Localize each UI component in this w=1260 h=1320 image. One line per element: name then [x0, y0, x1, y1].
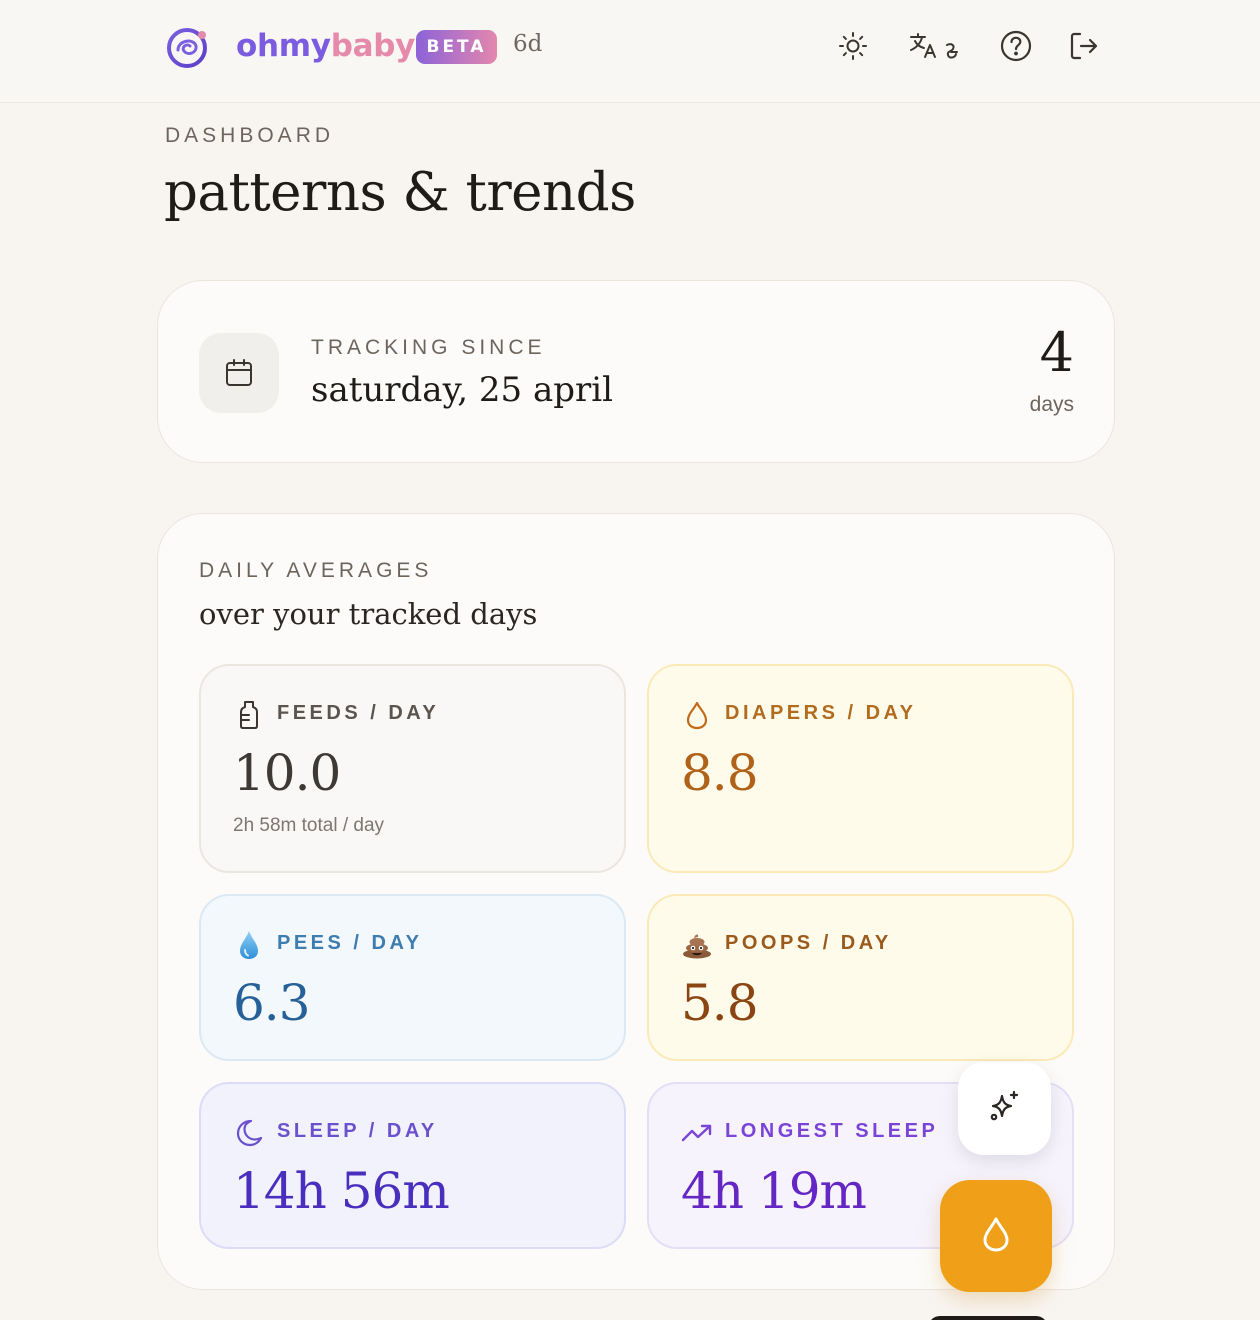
trend-up-icon: [681, 1117, 713, 1149]
feeds-value: 10.0: [233, 744, 341, 802]
tracking-card: TRACKING SINCE saturday, 25 april 4 days: [157, 280, 1115, 463]
page-eyebrow: DASHBOARD: [165, 124, 335, 147]
brand-name[interactable]: ohmybaby: [236, 28, 415, 64]
brand-part-2: baby: [330, 28, 416, 64]
averages-subtitle: over your tracked days: [199, 597, 538, 631]
drop-icon: [980, 1215, 1012, 1258]
translate-icon[interactable]: [906, 26, 962, 66]
moon-icon: [233, 1117, 265, 1149]
beta-badge: BETA: [416, 30, 497, 64]
feeds-tile[interactable]: FEEDS / DAY 10.0 2h 58m total / day: [199, 664, 626, 873]
diapers-label: DIAPERS / DAY: [725, 702, 917, 724]
drop-outline-icon: [681, 699, 713, 731]
diapers-tile[interactable]: DIAPERS / DAY 8.8: [647, 664, 1074, 873]
averages-label: DAILY AVERAGES: [199, 559, 433, 582]
pees-value: 6.3: [233, 974, 311, 1032]
longest-sleep-label: LONGEST SLEEP: [725, 1120, 939, 1142]
water-drop-icon: [233, 929, 265, 961]
sun-icon[interactable]: [833, 26, 873, 66]
sleep-label: SLEEP / DAY: [277, 1120, 438, 1142]
tracking-day-unit: days: [1029, 393, 1074, 416]
tracking-label: TRACKING SINCE: [311, 336, 546, 359]
pees-label: PEES / DAY: [277, 932, 423, 954]
feeds-label: FEEDS / DAY: [277, 702, 440, 724]
pees-tile[interactable]: PEES / DAY 6.3: [199, 894, 626, 1061]
calendar-icon: [199, 333, 279, 413]
tracking-day-count: 4: [1039, 321, 1074, 384]
sleep-value: 14h 56m: [233, 1162, 450, 1220]
feeds-note: 2h 58m total / day: [233, 815, 385, 836]
bottom-nav-peek: [928, 1316, 1048, 1320]
sleep-tile[interactable]: SLEEP / DAY 14h 56m: [199, 1082, 626, 1249]
longest-sleep-value: 4h 19m: [681, 1162, 867, 1220]
diapers-value: 8.8: [681, 744, 759, 802]
top-bar: ohmybaby BETA 6d: [0, 0, 1260, 103]
brand-part-1: ohmy: [236, 28, 331, 64]
poop-emoji-icon: [681, 929, 713, 961]
baby-age: 6d: [513, 31, 543, 57]
help-icon[interactable]: [996, 26, 1036, 66]
logout-icon[interactable]: [1064, 26, 1104, 66]
logo-icon[interactable]: [166, 26, 210, 68]
poops-label: POOPS / DAY: [725, 932, 892, 954]
quick-log-button[interactable]: [940, 1180, 1052, 1292]
bottle-icon: [233, 699, 265, 731]
poops-tile[interactable]: POOPS / DAY 5.8: [647, 894, 1074, 1061]
daily-averages-card: DAILY AVERAGES over your tracked days FE…: [157, 513, 1115, 1290]
poops-value: 5.8: [681, 974, 759, 1032]
sparkle-icon: [987, 1088, 1023, 1129]
page-title: patterns & trends: [164, 162, 636, 223]
ai-insights-button[interactable]: [958, 1062, 1051, 1155]
tracking-date: saturday, 25 april: [311, 370, 613, 410]
